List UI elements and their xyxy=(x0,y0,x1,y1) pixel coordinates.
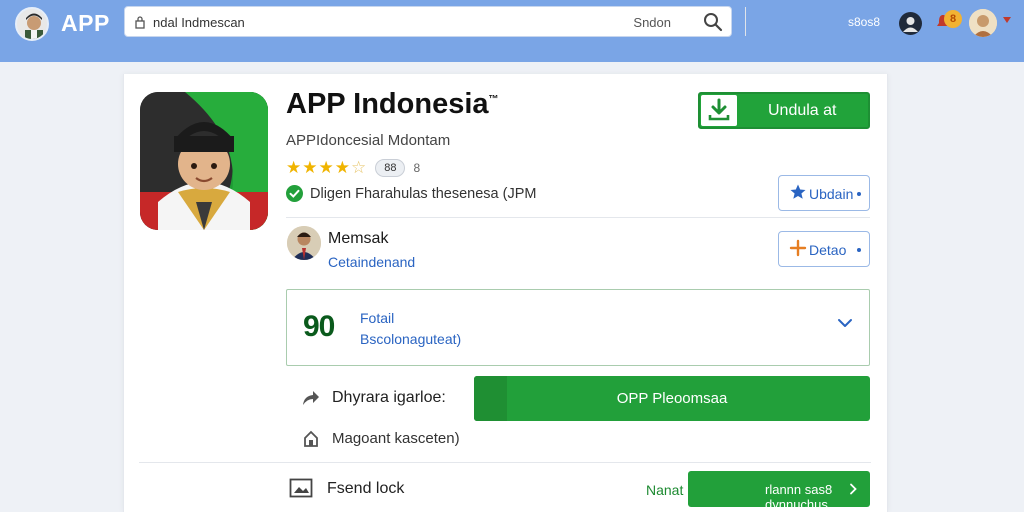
plus-icon xyxy=(789,239,807,257)
download-button[interactable]: Undula at xyxy=(698,92,870,129)
developer-handle[interactable]: Cetaindenand xyxy=(328,254,415,270)
footer-label: Fsend lock xyxy=(327,480,405,497)
primary-action-button[interactable]: OPP Pleoomsaa xyxy=(474,376,870,421)
developer-name[interactable]: Memsak xyxy=(328,230,388,248)
profile-avatar[interactable] xyxy=(969,9,997,37)
chevron-down-icon[interactable] xyxy=(837,315,853,331)
app-name[interactable]: APP xyxy=(61,10,110,37)
primary-action-label: OPP Pleoomsaa xyxy=(616,390,728,407)
share-icon[interactable] xyxy=(300,387,320,407)
chevron-down-icon[interactable] xyxy=(1003,17,1011,23)
app-subtitle: APPIdoncesial Mdontam xyxy=(286,132,451,149)
download-button-label: Undula at xyxy=(768,102,837,119)
rating-row: ★★★★☆ 88 8 xyxy=(286,158,420,178)
rating-pill: 88 xyxy=(375,159,406,177)
search-icon[interactable] xyxy=(703,12,723,32)
search-button-label[interactable]: Sndon xyxy=(633,15,671,30)
divider xyxy=(139,462,871,463)
footer-note: Nanat xyxy=(646,482,684,498)
notification-badge: 8 xyxy=(944,10,962,28)
app-title: APP Indonesia™ xyxy=(286,88,499,120)
chevron-right-icon xyxy=(850,483,857,495)
detail-panel[interactable]: 90 Fotail Bscolonaguteat) xyxy=(286,289,870,366)
image-icon[interactable] xyxy=(289,478,313,498)
detail-badge: 90 xyxy=(303,310,335,343)
developer-avatar[interactable] xyxy=(287,226,321,260)
lock-icon xyxy=(135,16,145,29)
rating-count: 8 xyxy=(413,161,421,175)
dot-icon xyxy=(857,192,861,196)
account-icon[interactable] xyxy=(899,12,922,35)
detail-description: Bscolonaguteat) xyxy=(360,331,462,347)
top-right-text[interactable]: s8os8 xyxy=(848,15,880,29)
share-label: Dhyrara igarloe: xyxy=(332,389,446,406)
footer-button[interactable]: rlannn sas8 dynnuchus xyxy=(688,471,870,512)
search-bar[interactable]: ndal Indmescan Sndon xyxy=(124,6,746,37)
download-icon xyxy=(701,95,737,126)
verified-row: Dligen Fharahulas thesenesa (JPM xyxy=(286,185,536,202)
rate-button[interactable]: Ubdain xyxy=(778,175,870,211)
star-icon xyxy=(790,184,806,199)
rate-button-label: Ubdain xyxy=(809,186,854,202)
app-detail-card: APP Indonesia™ APPIdoncesial Mdontam ★★★… xyxy=(123,74,888,512)
app-icon xyxy=(140,92,268,230)
logo-icon[interactable] xyxy=(15,7,49,41)
dot-icon xyxy=(857,248,861,252)
divider xyxy=(286,217,870,218)
home-icon[interactable] xyxy=(302,430,320,448)
check-circle-icon xyxy=(286,185,303,202)
notification-button[interactable]: 8 xyxy=(936,10,962,32)
top-bar: APP ndal Indmescan Sndon s8os8 8 xyxy=(0,0,1024,62)
add-button-label: Detao xyxy=(809,242,847,258)
search-divider xyxy=(745,7,746,36)
rating-stars: ★★★★☆ xyxy=(286,158,368,177)
detail-title: Fotail xyxy=(360,310,395,326)
add-button[interactable]: Detao xyxy=(778,231,870,267)
home-label[interactable]: Magoant kasceten) xyxy=(332,430,460,447)
verified-text: Dligen Fharahulas thesenesa (JPM xyxy=(310,185,537,202)
search-input[interactable]: ndal Indmescan xyxy=(153,15,245,30)
